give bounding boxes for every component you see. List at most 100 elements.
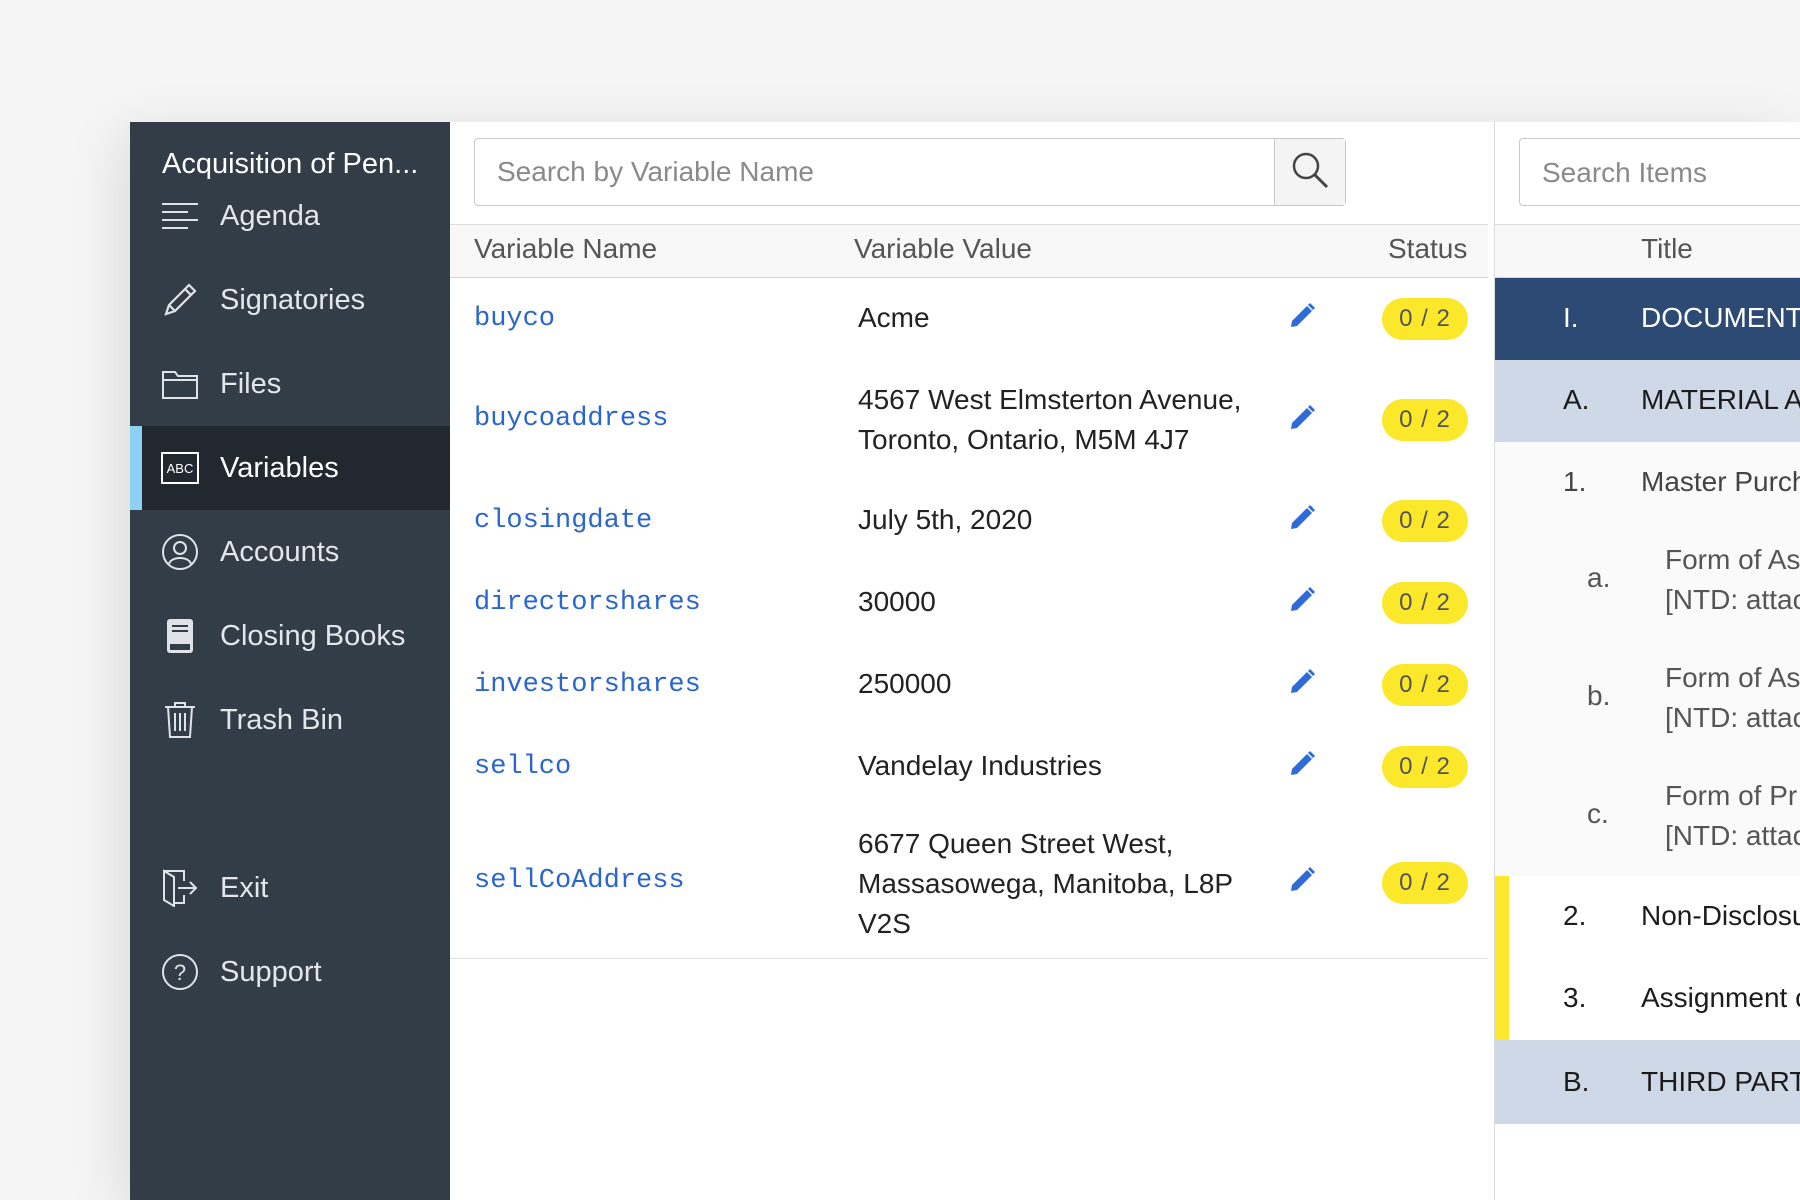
item-title: MATERIAL AC <box>1641 384 1800 415</box>
help-icon: ? <box>160 952 200 992</box>
table-row[interactable]: sellco Vandelay Industries 0 / 2 <box>450 726 1488 809</box>
item-row[interactable]: a. Form of As [NTD: attac <box>1495 522 1800 641</box>
sidebar-item-files[interactable]: Files <box>130 342 450 426</box>
column-header-title[interactable]: Title <box>1641 233 1693 265</box>
item-note: [NTD: attac <box>1665 584 1800 615</box>
item-row-subsection[interactable]: B. THIRD PARTY <box>1495 1040 1800 1124</box>
item-number: c. <box>1587 798 1609 829</box>
table-row[interactable]: buycoaddress 4567 West Elmsterton Avenue… <box>450 360 1488 481</box>
item-row-highlighted[interactable]: 3. Assignment c <box>1495 958 1800 1041</box>
list-icon <box>160 196 200 236</box>
search-button[interactable] <box>1274 139 1345 205</box>
variables-table-header: Variable Name Variable Value Status <box>450 224 1488 279</box>
sidebar-item-closing-books[interactable]: Closing Books <box>130 594 450 678</box>
item-number: 3. <box>1563 982 1587 1013</box>
svg-text:?: ? <box>174 960 186 985</box>
variable-name[interactable]: buycoaddress <box>474 404 668 434</box>
variable-value: Vandelay Industries <box>858 750 1102 781</box>
item-row[interactable]: b. Form of As [NTD: attac <box>1495 640 1800 759</box>
sidebar-item-label: Accounts <box>220 535 340 568</box>
item-row[interactable]: 1. Master Purch <box>1495 442 1800 523</box>
sidebar-item-label: Trash Bin <box>220 703 344 736</box>
sidebar-item-label: Files <box>220 367 282 400</box>
table-row[interactable]: sellCoAddress 6677 Queen Street West, Ma… <box>450 808 1488 959</box>
sidebar-item-variables[interactable]: ABC Variables <box>130 426 450 510</box>
variable-name[interactable]: buyco <box>474 304 555 334</box>
item-number: I. <box>1563 302 1579 333</box>
abc-icon-text: ABC <box>167 461 194 476</box>
sidebar-item-accounts[interactable]: Accounts <box>130 510 450 594</box>
sidebar-item-agenda[interactable]: Agenda <box>130 174 450 258</box>
variable-name[interactable]: investorshares <box>474 670 701 700</box>
status-badge: 0 / 2 <box>1382 582 1468 624</box>
table-row[interactable]: closingdate July 5th, 2020 0 / 2 <box>450 480 1488 563</box>
variable-value: Acme <box>858 302 930 333</box>
edit-pencil-icon[interactable] <box>1288 750 1322 784</box>
variable-name[interactable]: sellCoAddress <box>474 866 685 896</box>
item-row[interactable]: c. Form of Pr [NTD: attac <box>1495 758 1800 877</box>
items-search-input[interactable] <box>1542 157 1800 189</box>
edit-pencil-icon[interactable] <box>1288 404 1322 438</box>
user-icon <box>160 532 200 572</box>
item-row-subsection[interactable]: A. MATERIAL AC <box>1495 360 1800 442</box>
column-header-status[interactable]: Status <box>1388 233 1467 265</box>
variable-search-input[interactable] <box>475 139 1274 205</box>
folder-icon <box>160 364 200 404</box>
trash-icon <box>160 700 200 740</box>
exit-icon <box>160 868 200 908</box>
column-header-variable-value[interactable]: Variable Value <box>854 233 1032 265</box>
variable-value: 6677 Queen Street West, Massasowega, Man… <box>858 828 1233 939</box>
edit-pencil-icon[interactable] <box>1288 866 1322 900</box>
table-row[interactable]: directorshares 30000 0 / 2 <box>450 562 1488 645</box>
sidebar-item-exit[interactable]: Exit <box>130 846 450 930</box>
status-badge: 0 / 2 <box>1382 862 1468 904</box>
sidebar-item-support[interactable]: ? Support <box>130 930 450 1014</box>
edit-pencil-icon[interactable] <box>1288 504 1322 538</box>
item-title: Assignment c <box>1641 982 1800 1013</box>
pencil-icon <box>160 280 200 320</box>
abc-icon: ABC <box>160 448 200 488</box>
items-panel: Title I. DOCUMENTS A. MATERIAL AC 1. Mas… <box>1494 122 1800 1200</box>
item-title: Form of As <box>1665 662 1800 693</box>
item-title: Master Purch <box>1641 466 1800 497</box>
items-search-box <box>1519 138 1800 206</box>
edit-pencil-icon[interactable] <box>1288 668 1322 702</box>
item-note: [NTD: attac <box>1665 702 1800 733</box>
item-title: Form of Pr <box>1665 780 1798 811</box>
sidebar-item-label: Variables <box>220 451 339 484</box>
sidebar-item-label: Exit <box>220 871 269 904</box>
status-badge: 0 / 2 <box>1382 664 1468 706</box>
item-number: a. <box>1587 562 1611 593</box>
item-row-section[interactable]: I. DOCUMENTS <box>1495 278 1800 360</box>
table-row[interactable]: buyco Acme 0 / 2 <box>450 278 1488 361</box>
variable-value: July 5th, 2020 <box>858 504 1033 535</box>
sidebar: Acquisition of Pen... Agenda Signatories… <box>130 122 450 1200</box>
item-title: Non-Disclosu <box>1641 900 1800 931</box>
column-header-variable-name[interactable]: Variable Name <box>474 233 657 265</box>
variable-value: 30000 <box>858 586 936 617</box>
sidebar-item-label: Agenda <box>220 199 320 232</box>
item-title: Form of As <box>1665 544 1800 575</box>
app-window: Acquisition of Pen... Agenda Signatories… <box>130 122 1800 1200</box>
variable-name[interactable]: closingdate <box>474 506 652 536</box>
edit-pencil-icon[interactable] <box>1288 302 1322 336</box>
item-number: B. <box>1563 1066 1590 1097</box>
sidebar-item-label: Closing Books <box>220 619 406 652</box>
book-icon <box>160 616 200 656</box>
variable-value: 4567 West Elmsterton Avenue, Toronto, On… <box>858 384 1242 455</box>
item-number: 2. <box>1563 900 1587 931</box>
items-table-header: Title <box>1495 224 1800 279</box>
sidebar-item-trash-bin[interactable]: Trash Bin <box>130 678 450 762</box>
variable-value: 250000 <box>858 668 952 699</box>
item-number: 1. <box>1563 466 1587 497</box>
sidebar-item-signatories[interactable]: Signatories <box>130 258 450 342</box>
status-badge: 0 / 2 <box>1382 298 1468 340</box>
variables-panel: Variable Name Variable Value Status buyc… <box>450 122 1488 1200</box>
variable-name[interactable]: sellco <box>474 752 571 782</box>
item-row-highlighted[interactable]: 2. Non-Disclosu <box>1495 876 1800 959</box>
variable-name[interactable]: directorshares <box>474 588 701 618</box>
item-title: THIRD PARTY <box>1641 1066 1800 1097</box>
variable-search-box <box>474 138 1346 206</box>
table-row[interactable]: investorshares 250000 0 / 2 <box>450 644 1488 727</box>
edit-pencil-icon[interactable] <box>1288 586 1322 620</box>
